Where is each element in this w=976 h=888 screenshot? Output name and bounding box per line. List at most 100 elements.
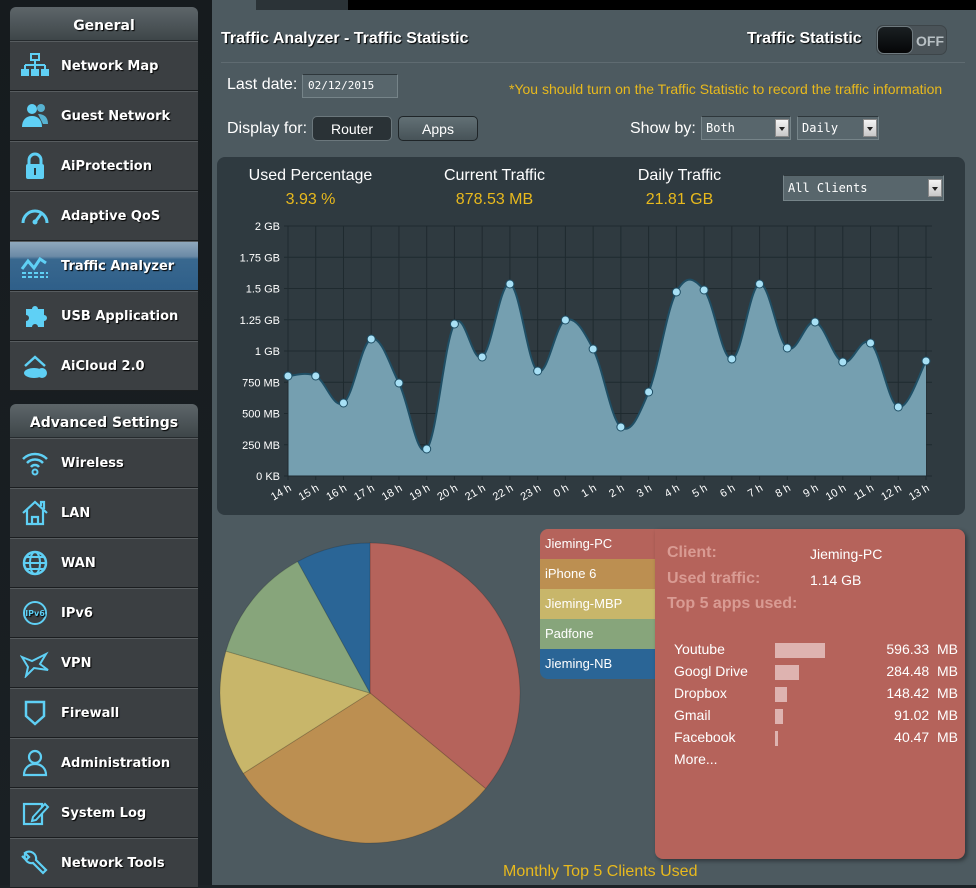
app-row: Googl Drive 284.48 MB	[674, 663, 964, 683]
period-select[interactable]: Daily	[797, 116, 879, 140]
app-row: Facebook 40.47 MB	[674, 729, 964, 749]
notice-text: *You should turn on the Traffic Statisti…	[509, 81, 943, 97]
data-point	[727, 354, 737, 364]
sidebar-item-label: VPN	[61, 655, 92, 671]
y-tick-label: 1.5 GB	[246, 284, 280, 296]
wrench-icon	[10, 838, 60, 888]
x-tick-label: 8 h	[774, 482, 793, 500]
toggle-state: OFF	[916, 33, 944, 49]
sidebar-item-aiprotection[interactable]: AiProtection	[10, 141, 198, 191]
sidebar-item-guest-network[interactable]: Guest Network	[10, 91, 198, 141]
sidebar-item-label: IPv6	[61, 605, 93, 621]
sidebar-item-label: LAN	[61, 505, 91, 521]
sidebar-item-usb-application[interactable]: USB Application	[10, 291, 198, 341]
app-usage-bar	[775, 709, 783, 724]
app-row: Youtube 596.33 MB	[674, 641, 964, 661]
y-tick-label: 1 GB	[255, 346, 280, 358]
top-banner	[348, 0, 976, 10]
x-tick-label: 12 h	[879, 482, 904, 503]
x-tick-label: 15 h	[297, 482, 322, 503]
traffic-statistic-toggle[interactable]: OFF	[876, 25, 947, 55]
y-tick-label: 250 MB	[242, 440, 280, 452]
x-tick-label: 23 h	[519, 482, 544, 503]
data-point	[283, 371, 293, 381]
y-tick-label: 1.75 GB	[240, 252, 280, 264]
router-button[interactable]: Router	[312, 116, 392, 141]
data-point	[671, 287, 681, 297]
speedometer-icon	[10, 191, 60, 241]
clients-pie-chart	[219, 542, 521, 844]
y-tick-label: 0 KB	[256, 471, 280, 483]
sidebar-item-label: Network Tools	[61, 855, 165, 871]
sidebar-item-label: Network Map	[61, 58, 159, 74]
app-name: Facebook	[674, 729, 736, 745]
sidebar-item-wan[interactable]: WAN	[10, 538, 198, 588]
legend-item[interactable]: Jieming-MBP	[540, 589, 656, 619]
used-traffic-label: Used traffic:	[667, 570, 761, 587]
sidebar-item-administration[interactable]: Administration	[10, 738, 198, 788]
legend-item[interactable]: Jieming-NB	[540, 649, 656, 679]
sidebar-item-aicloud-2-0[interactable]: AiCloud 2.0	[10, 341, 198, 391]
sidebar-item-label: AiCloud 2.0	[61, 358, 145, 374]
app-name: Dropbox	[674, 685, 727, 701]
sidebar-item-vpn[interactable]: VPN	[10, 638, 198, 688]
data-point	[477, 352, 487, 362]
toggle-knob[interactable]	[877, 26, 913, 54]
y-tick-label: 750 MB	[242, 377, 280, 389]
app-name: Gmail	[674, 707, 711, 723]
sidebar-item-lan[interactable]: LAN	[10, 488, 198, 538]
main-content: Traffic Analyzer - Traffic Statistic Tra…	[212, 10, 976, 885]
data-point	[755, 279, 765, 289]
x-tick-label: 16 h	[324, 482, 349, 503]
ipv6-globe-icon: IPv6	[10, 588, 60, 638]
sidebar-item-label: System Log	[61, 805, 147, 821]
sidebar-item-firewall[interactable]: Firewall	[10, 688, 198, 738]
legend-item[interactable]: iPhone 6	[540, 559, 656, 589]
house-icon	[10, 488, 60, 538]
shield-icon	[10, 688, 60, 738]
sidebar-item-label: Traffic Analyzer	[61, 258, 175, 274]
x-tick-label: 20 h	[435, 482, 460, 503]
traffic-chart-icon	[10, 241, 60, 291]
app-usage-amount: 40.47 MB	[894, 729, 958, 745]
x-tick-label: 7 h	[746, 482, 765, 500]
x-tick-label: 14 h	[269, 482, 294, 503]
chevron-down-icon[interactable]	[775, 119, 789, 137]
pie-legend: Jieming-PC iPhone 6 Jieming-MBP Padfone Jiem…	[540, 529, 656, 679]
last-date-input[interactable]: 02/12/2015	[302, 74, 398, 98]
svg-text:IPv6: IPv6	[25, 609, 45, 618]
y-tick-label: 1.25 GB	[240, 315, 280, 327]
wifi-icon	[10, 438, 60, 488]
top-apps-label: Top 5 apps used:	[667, 595, 798, 612]
data-point	[422, 444, 432, 454]
show-by-label: Show by:	[630, 120, 696, 137]
sidebar-item-label: Guest Network	[61, 108, 171, 124]
more-link[interactable]: More...	[674, 751, 718, 767]
sidebar-item-system-log[interactable]: System Log	[10, 788, 198, 838]
data-point	[866, 338, 876, 348]
sidebar-item-label: Firewall	[61, 705, 120, 721]
sidebar-item-network-map[interactable]: Network Map	[10, 41, 198, 91]
apps-button[interactable]: Apps	[398, 116, 478, 141]
direction-select[interactable]: Both	[701, 116, 791, 140]
sidebar-item-adaptive-qos[interactable]: Adaptive QoS	[10, 191, 198, 241]
sidebar-item-label: USB Application	[61, 308, 179, 324]
sidebar-item-wireless[interactable]: Wireless	[10, 438, 198, 488]
legend-item[interactable]: Jieming-PC	[540, 529, 656, 559]
guest-network-icon	[10, 91, 60, 141]
last-date-label: Last date:	[227, 76, 298, 93]
cloud-home-icon	[10, 341, 60, 391]
sidebar-item-network-tools[interactable]: Network Tools	[10, 838, 198, 888]
sidebar-item-traffic-analyzer[interactable]: Traffic Analyzer	[10, 241, 198, 291]
legend-item[interactable]: Padfone	[540, 619, 656, 649]
y-tick-label: 500 MB	[242, 409, 280, 421]
data-point	[699, 285, 709, 295]
traffic-area-chart: 0 KB 250 MB 500 MB 750 MB 1 GB 1.25 GB 1.5 GB 1…	[240, 221, 932, 503]
sidebar-item-ipv6[interactable]: IPv6 IPv6	[10, 588, 198, 638]
general-header: General	[10, 7, 198, 41]
sidebar-item-label: AiProtection	[61, 158, 152, 174]
header-divider	[221, 62, 965, 63]
data-point	[338, 398, 348, 408]
lock-icon	[10, 141, 60, 191]
chevron-down-icon[interactable]	[863, 119, 877, 137]
